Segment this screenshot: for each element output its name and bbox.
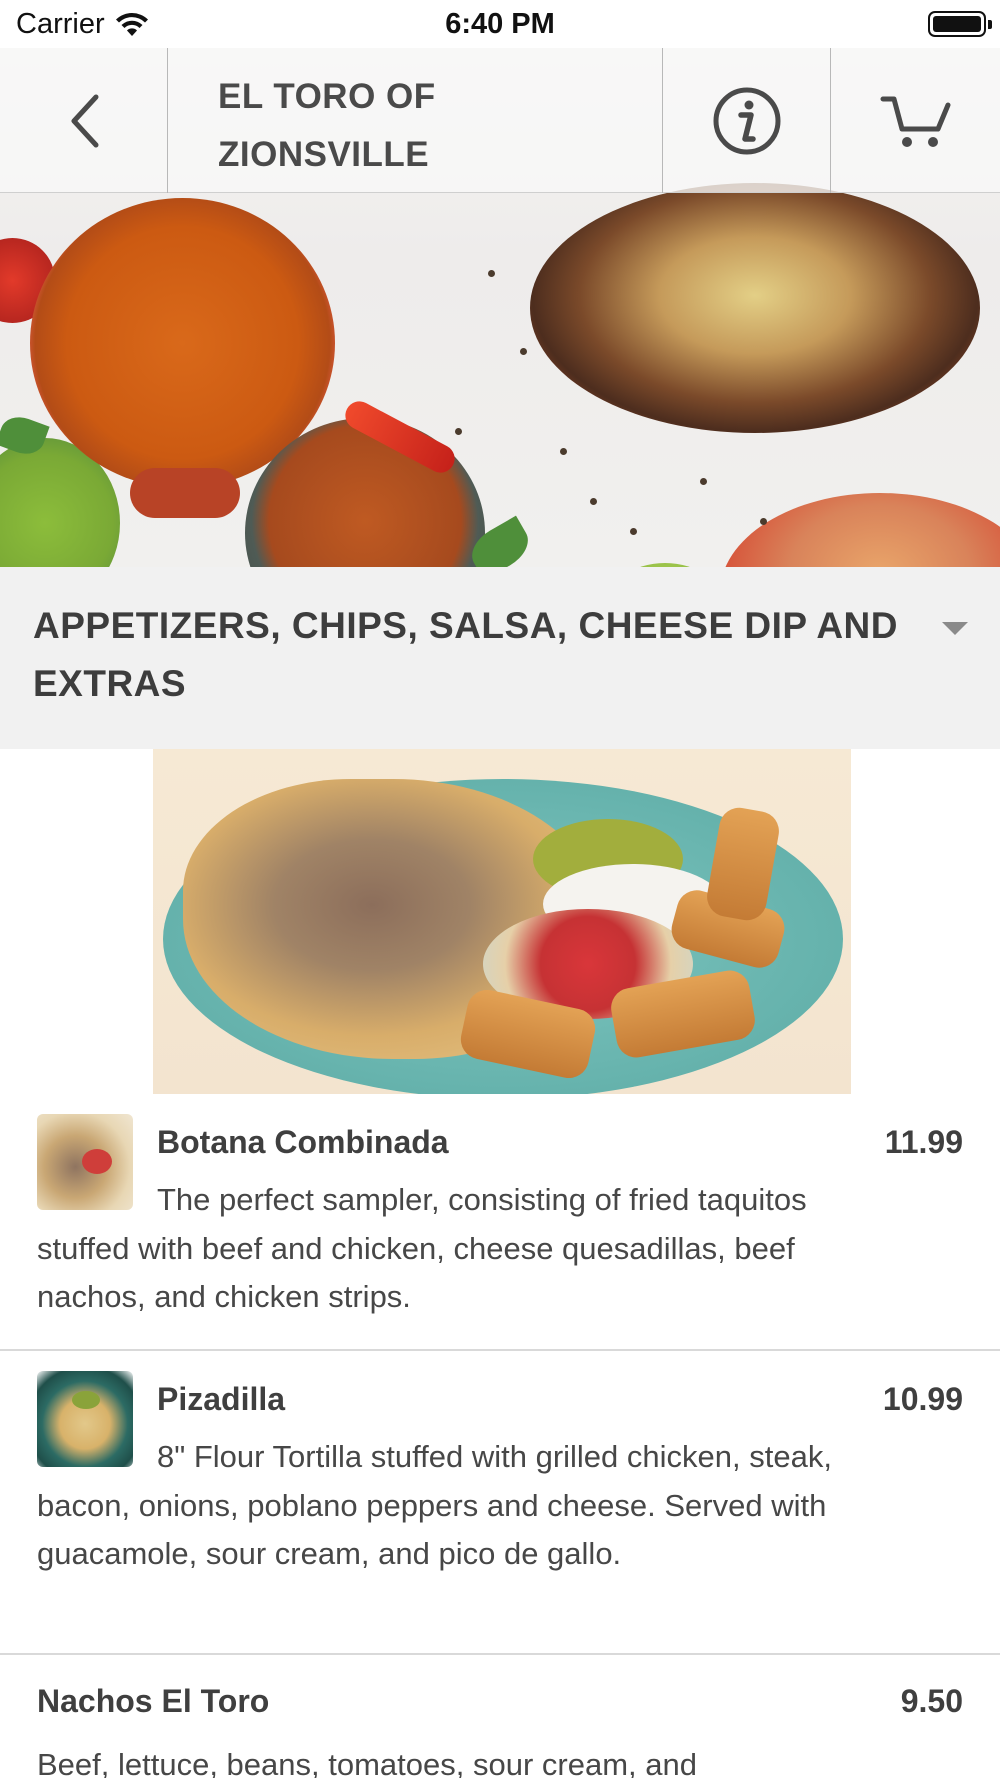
food-decoration: [560, 448, 567, 455]
restaurant-title-line2: ZIONSVILLE: [218, 135, 430, 174]
status-bar: Carrier 6:40 PM: [0, 0, 1000, 48]
battery-icon: [928, 11, 992, 37]
menu-item[interactable]: Botana Combinada 11.99 The perfect sampl…: [0, 1094, 1000, 1351]
item-description: 8" Flour Tortilla stuffed with grilled c…: [37, 1433, 837, 1579]
food-decoration: [488, 270, 495, 277]
item-price: 10.99: [882, 1381, 963, 1417]
item-description: Beef, lettuce, beans, tomatoes, sour cre…: [37, 1747, 697, 1778]
food-decoration: [455, 428, 462, 435]
menu-item[interactable]: Nachos El Toro 9.50 Beef, lettuce, beans…: [0, 1655, 1000, 1778]
item-description-text: The perfect sampler, consisting of fried…: [37, 1182, 807, 1314]
cart-button[interactable]: [831, 48, 1000, 193]
chevron-left-icon: [71, 94, 98, 147]
food-decoration: [700, 478, 707, 485]
food-decoration: [130, 468, 240, 518]
food-decoration: [590, 498, 597, 505]
item-price: 11.99: [884, 1124, 963, 1160]
category-image: [153, 749, 851, 1094]
info-icon: [713, 87, 780, 154]
item-name: Pizadilla: [157, 1381, 286, 1417]
status-time: 6:40 PM: [445, 8, 555, 40]
food-decoration: [530, 183, 980, 433]
food-decoration: [630, 528, 637, 535]
item-name: Botana Combinada: [157, 1124, 449, 1160]
item-price: 9.50: [900, 1683, 963, 1719]
item-description: The perfect sampler, consisting of fried…: [37, 1176, 837, 1322]
food-decoration: [520, 348, 527, 355]
category-selector[interactable]: APPETIZERS, CHIPS, SALSA, CHEESE DIP AND…: [0, 567, 1000, 749]
item-description-text: 8" Flour Tortilla stuffed with grilled c…: [37, 1439, 832, 1571]
restaurant-title-line1: EL TORO OF: [218, 77, 436, 116]
category-title: APPETIZERS, CHIPS, SALSA, CHEESE DIP AND…: [33, 605, 898, 704]
caret-down-icon[interactable]: [942, 622, 968, 635]
navigation-bar: EL TORO OF ZIONSVILLE: [0, 48, 1000, 193]
item-name: Nachos El Toro: [37, 1683, 270, 1719]
back-button[interactable]: [0, 48, 168, 193]
food-decoration: [760, 518, 767, 525]
restaurant-title: EL TORO OF ZIONSVILLE: [168, 48, 663, 193]
info-button[interactable]: [663, 48, 831, 193]
cart-icon: [880, 96, 950, 147]
menu-item[interactable]: Pizadilla 10.99 8" Flour Tortilla stuffe…: [0, 1351, 1000, 1655]
food-decoration: [720, 493, 1000, 567]
